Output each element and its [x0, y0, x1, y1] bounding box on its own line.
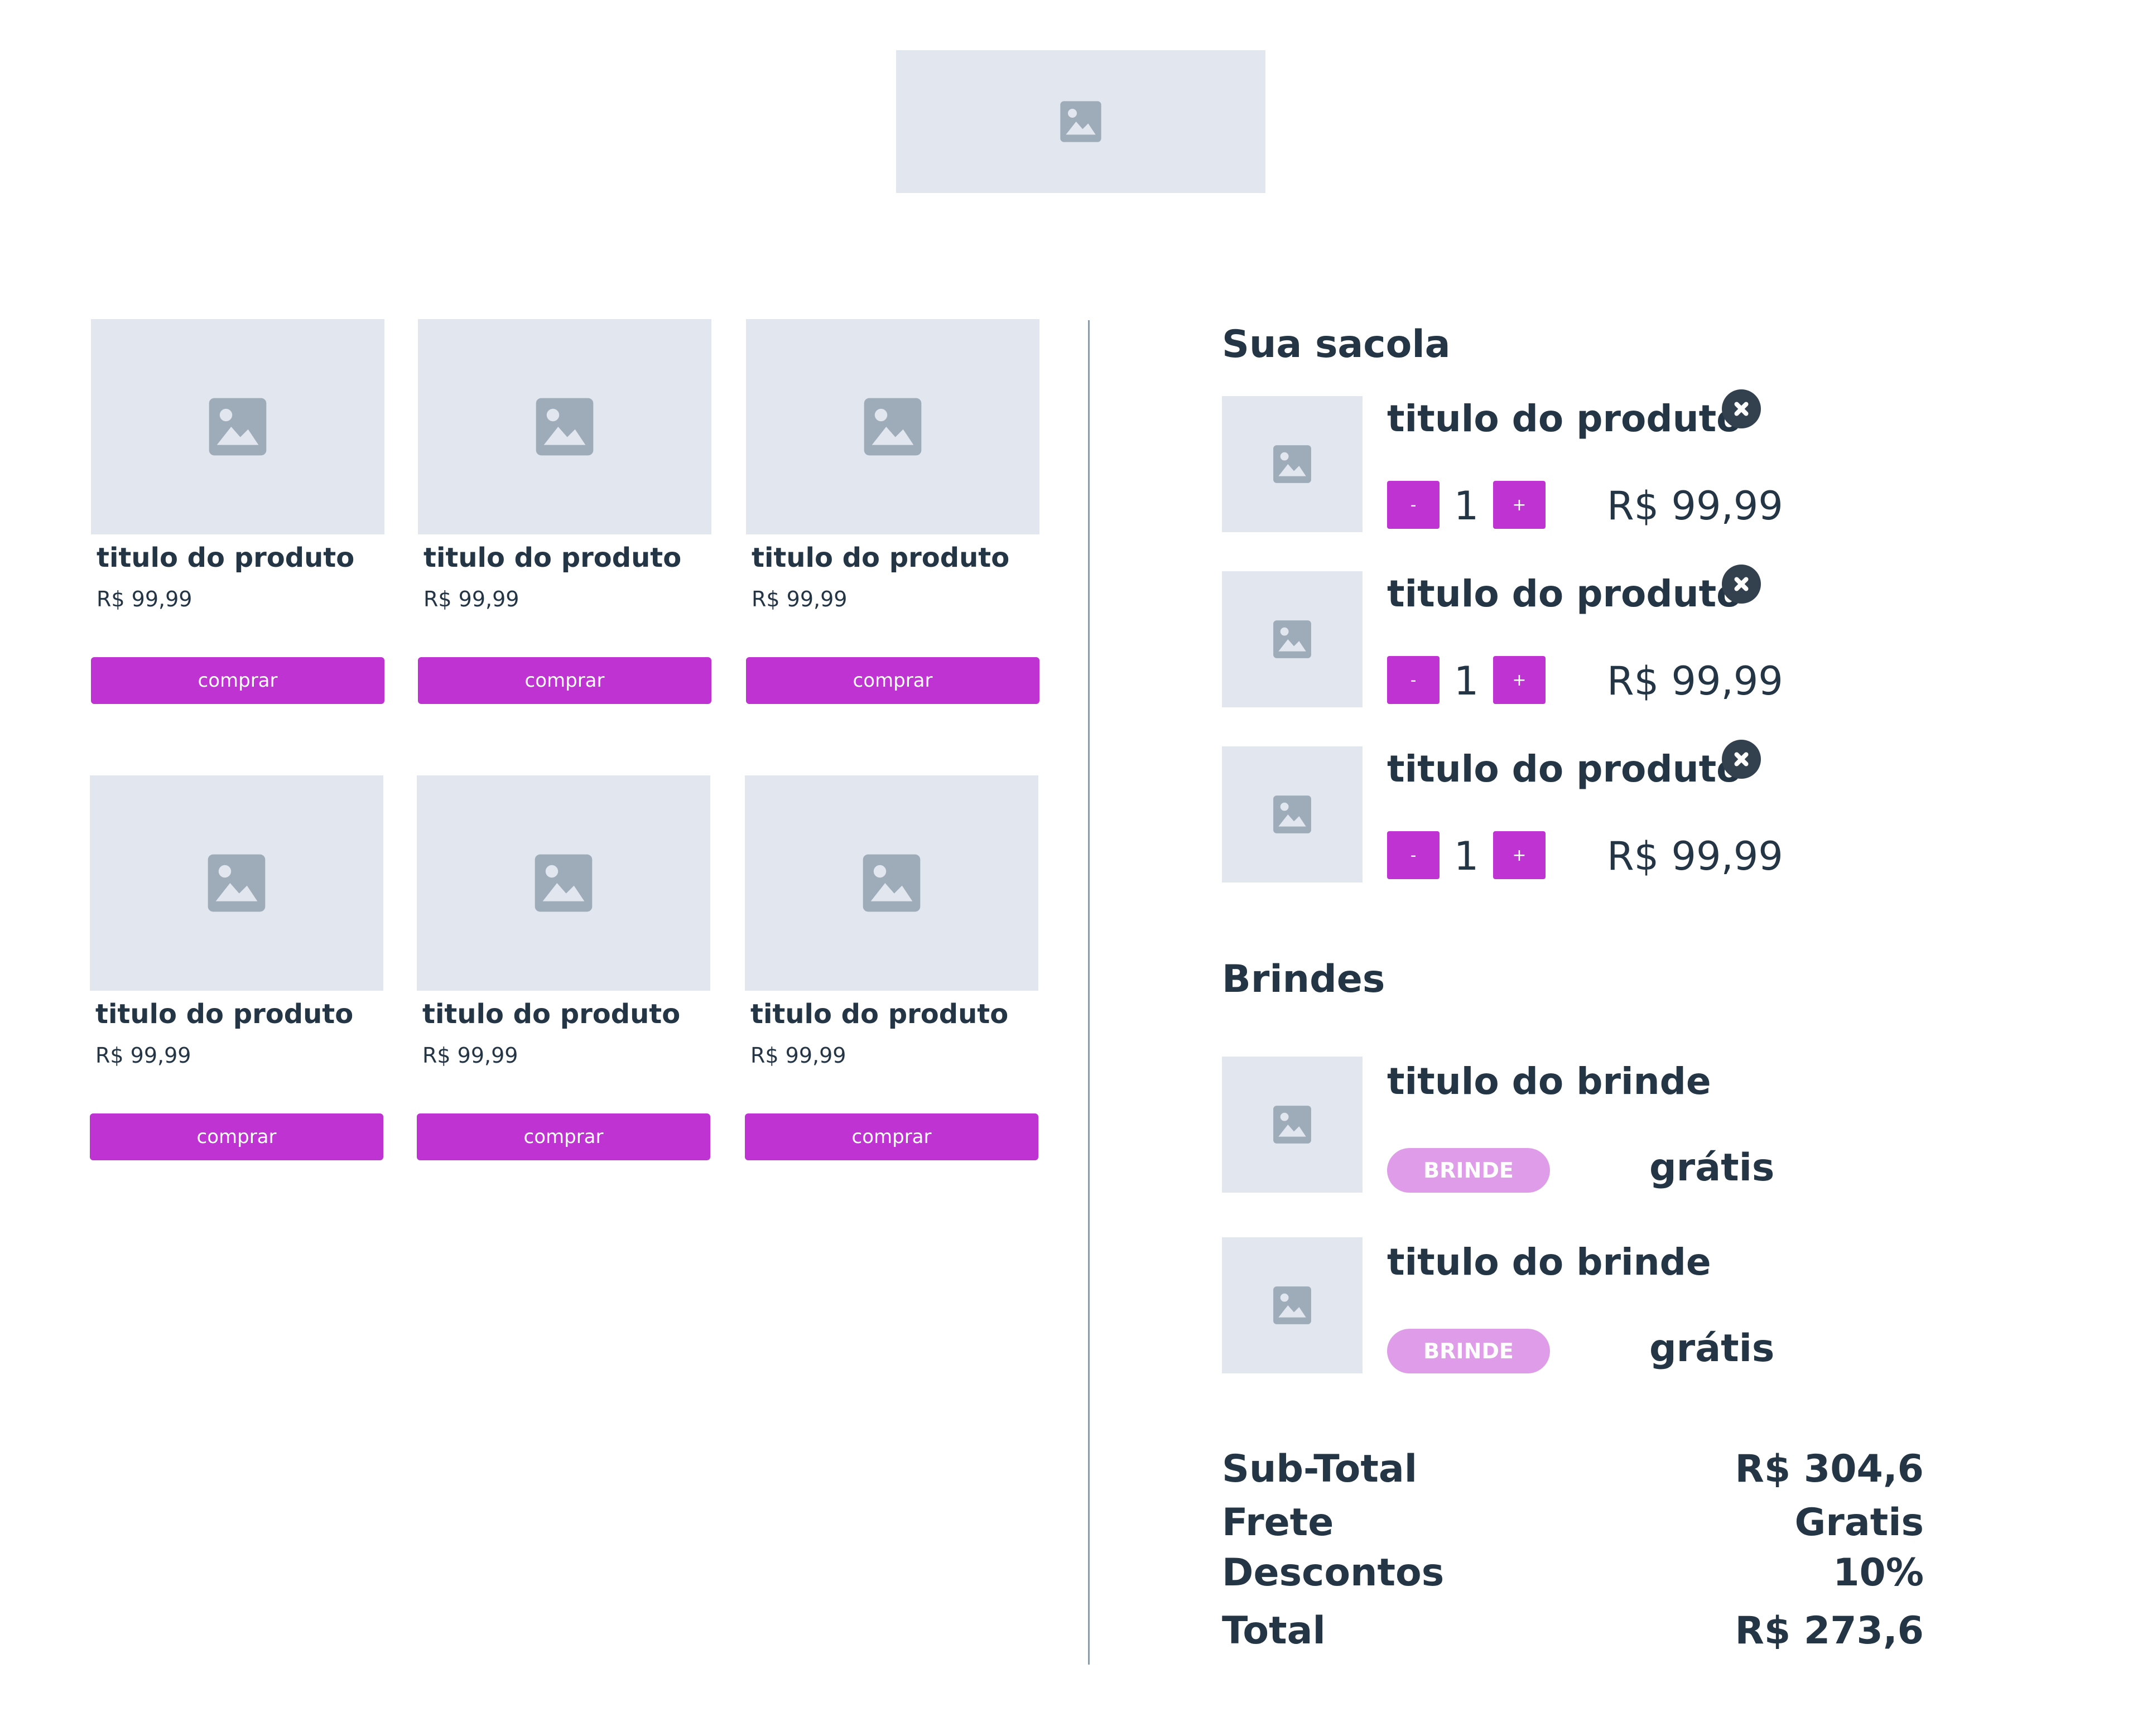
image-placeholder-icon [535, 854, 593, 912]
quantity-decrease-button[interactable]: - [1387, 481, 1440, 529]
product-card: titulo do produto R$ 99,99 comprar [745, 775, 1038, 1160]
image-placeholder-icon [1273, 620, 1311, 658]
product-title[interactable]: titulo do produto [423, 542, 681, 573]
image-placeholder-icon [209, 398, 267, 456]
remove-item-icon[interactable] [1722, 565, 1761, 604]
product-price: R$ 99,99 [422, 1043, 518, 1068]
product-title[interactable]: titulo do produto [750, 999, 1008, 1030]
product-price: R$ 99,99 [97, 587, 192, 611]
gift-item-title: titulo do brinde [1387, 1060, 1711, 1103]
bag-item-image [1222, 396, 1363, 532]
product-title[interactable]: titulo do produto [97, 542, 354, 573]
discount-label: Descontos [1222, 1551, 1445, 1595]
bag-item-title: titulo do produto [1387, 397, 1742, 440]
gift-item: titulo do brinde BRINDE grátis [1222, 1237, 1780, 1373]
discount-value: 10% [1833, 1551, 1924, 1595]
image-placeholder-icon [864, 398, 922, 456]
image-placeholder-icon [863, 854, 921, 912]
product-image[interactable] [418, 319, 711, 534]
bag-item-title: titulo do produto [1387, 748, 1742, 790]
image-placeholder-icon [1273, 1106, 1311, 1144]
total-value: R$ 273,6 [1735, 1609, 1924, 1653]
quantity-decrease-button[interactable]: - [1387, 656, 1440, 704]
subtotal-label: Sub-Total [1222, 1447, 1418, 1491]
product-image[interactable] [90, 775, 383, 991]
gifts-title: Brindes [1222, 957, 1385, 1001]
buy-button[interactable]: comprar [745, 1113, 1038, 1160]
product-image[interactable] [91, 319, 384, 534]
bag-item: titulo do produto - 1 + R$ 99,99 [1222, 389, 1783, 532]
gift-item-image [1222, 1057, 1363, 1193]
product-title[interactable]: titulo do produto [95, 999, 353, 1030]
bag-item-image [1222, 571, 1363, 707]
image-placeholder-icon [1060, 101, 1101, 142]
product-image[interactable] [746, 319, 1039, 534]
quantity-value: 1 [1453, 483, 1479, 529]
product-price: R$ 99,99 [750, 1043, 846, 1068]
quantity-increase-button[interactable]: + [1493, 656, 1546, 704]
quantity-value: 1 [1453, 833, 1479, 879]
gift-item-image [1222, 1237, 1363, 1373]
bag-item: titulo do produto - 1 + R$ 99,99 [1222, 565, 1783, 707]
image-placeholder-icon [1273, 795, 1311, 833]
column-divider [1088, 320, 1090, 1665]
product-price: R$ 99,99 [423, 587, 519, 611]
product-card: titulo do produto R$ 99,99 comprar [90, 775, 383, 1160]
quantity-increase-button[interactable]: + [1493, 481, 1546, 529]
buy-button[interactable]: comprar [746, 657, 1039, 704]
quantity-increase-button[interactable]: + [1493, 831, 1546, 879]
remove-item-icon[interactable] [1722, 740, 1761, 779]
subtotal-value: R$ 304,6 [1735, 1447, 1924, 1491]
bag-item-image [1222, 746, 1363, 883]
shipping-value: Gratis [1794, 1501, 1924, 1545]
header-logo-placeholder [896, 50, 1265, 193]
product-title[interactable]: titulo do produto [422, 999, 680, 1030]
product-image[interactable] [417, 775, 710, 991]
gift-item-price: grátis [1649, 1145, 1775, 1190]
buy-button[interactable]: comprar [91, 657, 384, 704]
product-card: titulo do produto R$ 99,99 comprar [417, 775, 710, 1160]
buy-button[interactable]: comprar [90, 1113, 383, 1160]
image-placeholder-icon [1273, 445, 1311, 483]
gift-badge: BRINDE [1387, 1148, 1550, 1193]
gift-item: titulo do brinde BRINDE grátis [1222, 1057, 1780, 1193]
bag-title: Sua sacola [1222, 322, 1451, 367]
buy-button[interactable]: comprar [417, 1113, 710, 1160]
image-placeholder-icon [208, 854, 266, 912]
bag-item-title: titulo do produto [1387, 572, 1742, 615]
gift-badge: BRINDE [1387, 1329, 1550, 1373]
bag-item-price: R$ 99,99 [1607, 483, 1783, 529]
bag-item: titulo do produto - 1 + R$ 99,99 [1222, 740, 1783, 883]
shipping-label: Frete [1222, 1501, 1334, 1545]
gift-item-title: titulo do brinde [1387, 1241, 1711, 1284]
remove-item-icon[interactable] [1722, 389, 1761, 428]
product-price: R$ 99,99 [95, 1043, 191, 1068]
product-title[interactable]: titulo do produto [752, 542, 1009, 573]
image-placeholder-icon [536, 398, 594, 456]
product-card: titulo do produto R$ 99,99 comprar [746, 319, 1039, 704]
gift-item-price: grátis [1649, 1326, 1775, 1371]
product-price: R$ 99,99 [752, 587, 848, 611]
buy-button[interactable]: comprar [418, 657, 711, 704]
bag-item-price: R$ 99,99 [1607, 833, 1783, 879]
product-card: titulo do produto R$ 99,99 comprar [418, 319, 711, 704]
bag-item-price: R$ 99,99 [1607, 658, 1783, 704]
product-card: titulo do produto R$ 99,99 comprar [91, 319, 384, 704]
quantity-value: 1 [1453, 658, 1479, 704]
quantity-decrease-button[interactable]: - [1387, 831, 1440, 879]
product-image[interactable] [745, 775, 1038, 991]
image-placeholder-icon [1273, 1286, 1311, 1324]
total-label: Total [1222, 1609, 1326, 1653]
